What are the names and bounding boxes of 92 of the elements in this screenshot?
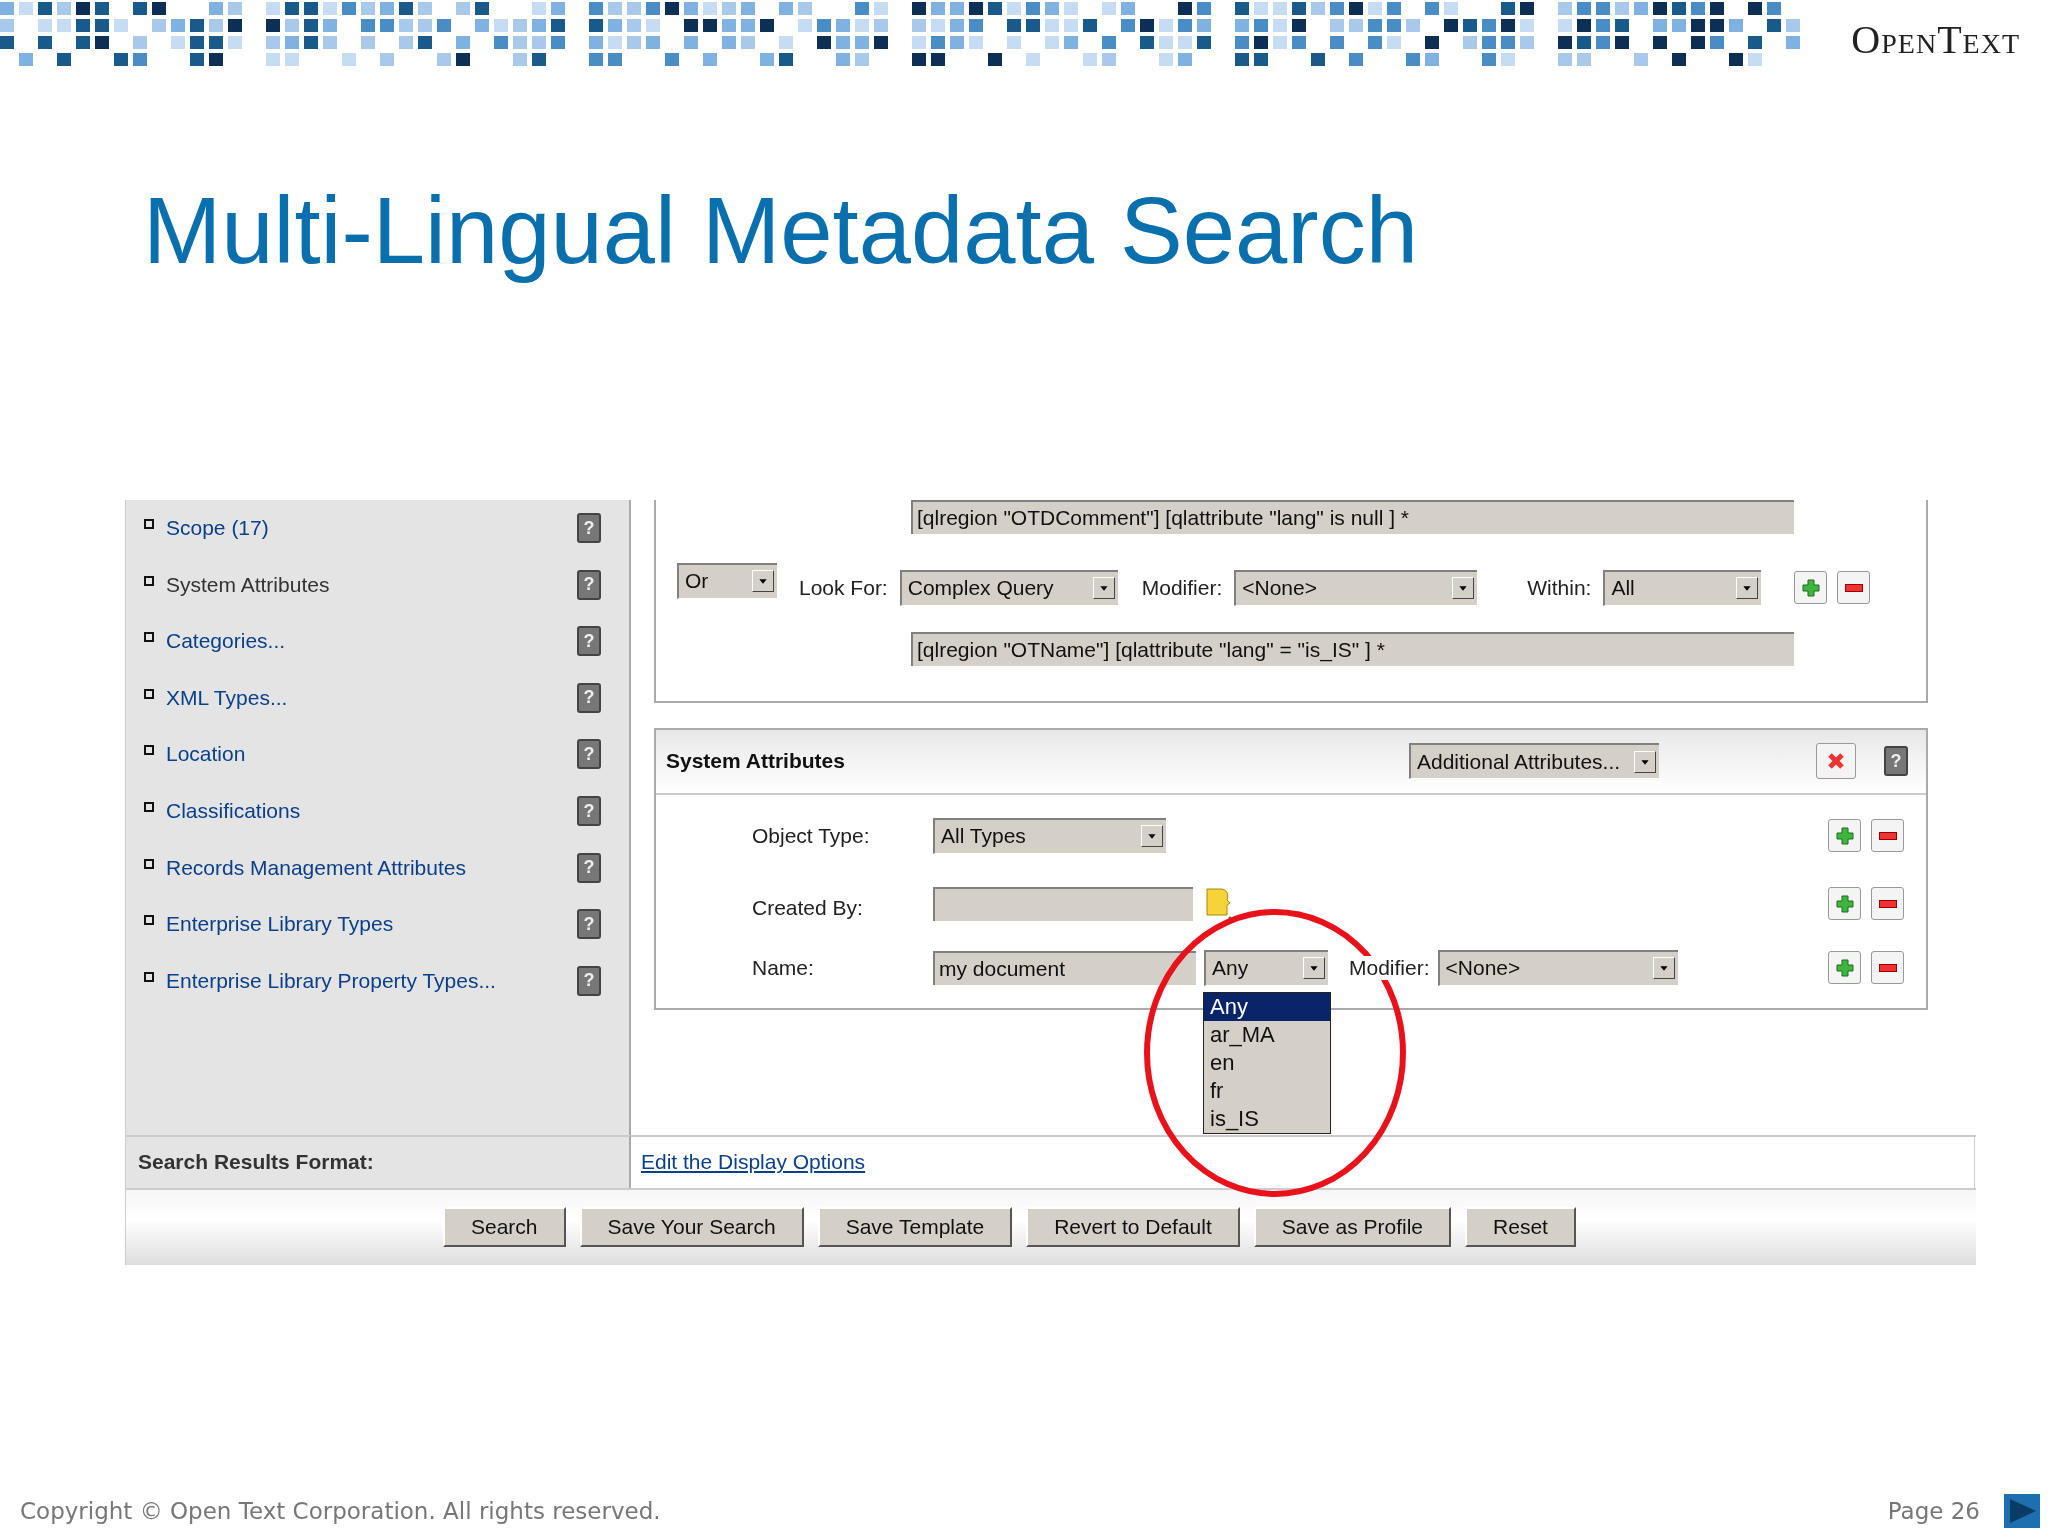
caret-icon	[1634, 750, 1656, 773]
add-button[interactable]	[1828, 951, 1861, 985]
help-icon[interactable]: ?	[577, 965, 601, 996]
field-label: Object Type:	[751, 823, 871, 848]
bullet-icon	[144, 632, 154, 643]
sidebar-link[interactable]: Records Management Attributes	[166, 855, 565, 880]
add-button[interactable]	[1828, 819, 1861, 853]
bullet-icon	[144, 858, 154, 869]
page-number: Page 26	[1887, 1498, 1980, 1524]
caret-icon	[1303, 957, 1325, 980]
dropdown[interactable]: <None>	[1437, 949, 1678, 986]
help-icon[interactable]: ?	[577, 796, 601, 827]
remove-button[interactable]	[1837, 571, 1871, 605]
field-label: Created By:	[751, 895, 864, 920]
close-icon	[1827, 752, 1845, 771]
plus-icon	[1835, 826, 1854, 845]
logo: OpenText	[1851, 16, 2020, 63]
dropdown[interactable]: All	[1603, 569, 1762, 606]
field-label: Look For:	[799, 575, 888, 600]
minus-icon	[1878, 963, 1897, 972]
sidebar-link[interactable]: Enterprise Library Types	[166, 912, 565, 937]
minus-icon	[1844, 583, 1863, 592]
plus-icon	[1835, 958, 1854, 977]
sidebar-link[interactable]: Categories...	[166, 629, 565, 654]
sidebar-link[interactable]: Classifications	[166, 799, 565, 824]
minus-icon	[1878, 899, 1897, 908]
help-icon[interactable]: ?	[577, 682, 601, 713]
add-button[interactable]	[1794, 571, 1828, 605]
dropdown-option[interactable]: en	[1204, 1049, 1330, 1077]
help-icon[interactable]: ?	[577, 513, 601, 544]
dropdown-option[interactable]: ar_MA	[1204, 1021, 1330, 1049]
field-label: Modifier:	[1349, 955, 1430, 980]
remove-button[interactable]	[1871, 887, 1904, 921]
caret-icon	[1092, 577, 1115, 600]
dropdown[interactable]: Additional Attributes...	[1409, 743, 1659, 780]
field-label: Modifier:	[1141, 575, 1223, 600]
caret-icon	[752, 570, 774, 593]
help-icon[interactable]: ?	[577, 626, 601, 657]
next-icon[interactable]	[2004, 1494, 2040, 1528]
help-icon[interactable]: ?	[577, 909, 601, 940]
dropdown-option[interactable]: fr	[1204, 1077, 1330, 1105]
query-field[interactable]: [qlregion "OTDComment"] [qlattribute "lang" is null ] *	[911, 499, 1794, 534]
field-label: Name:	[751, 955, 815, 980]
bullet-icon	[144, 745, 154, 756]
remove-button[interactable]	[1871, 819, 1904, 853]
dropdown[interactable]: Or	[677, 562, 777, 599]
caret-icon	[1452, 577, 1475, 600]
add-button[interactable]	[1828, 887, 1861, 921]
help-icon[interactable]: ?	[1884, 746, 1908, 777]
slide-title: Multi-Lingual Metadata Search	[143, 177, 1419, 285]
field-label: Within:	[1527, 575, 1592, 600]
bullet-icon	[144, 688, 154, 699]
bullet-icon	[144, 971, 154, 982]
bullet-icon	[144, 519, 154, 530]
input-field[interactable]	[933, 886, 1193, 921]
plus-icon	[1801, 578, 1820, 597]
sidebar-link[interactable]: Scope (17)	[166, 516, 565, 541]
help-icon[interactable]: ?	[577, 739, 601, 770]
bullet-icon	[144, 802, 154, 813]
close-button[interactable]	[1816, 743, 1856, 780]
dropdown[interactable]: <None>	[1234, 569, 1478, 606]
caret-icon	[1652, 957, 1675, 980]
bullet-icon	[144, 575, 154, 586]
action-button[interactable]: Save as Profile	[1253, 1207, 1452, 1248]
section-title: System Attributes	[666, 749, 846, 774]
action-button[interactable]: Search	[443, 1207, 566, 1248]
action-button[interactable]: Reset	[1465, 1207, 1576, 1248]
minus-icon	[1878, 831, 1897, 840]
dropdown-option[interactable]: is_IS	[1204, 1105, 1330, 1133]
input-field[interactable]: my document	[933, 950, 1196, 985]
help-icon[interactable]: ?	[577, 569, 601, 600]
sidebar-link[interactable]: XML Types...	[166, 685, 565, 710]
plus-icon	[1835, 894, 1854, 913]
remove-button[interactable]	[1871, 951, 1904, 985]
copyright-text: Copyright © Open Text Corporation. All rights reserved.	[20, 1498, 662, 1524]
sidebar-link[interactable]: Enterprise Library Property Types...	[166, 968, 565, 993]
help-icon[interactable]: ?	[577, 852, 601, 883]
bullet-icon	[144, 915, 154, 926]
dropdown[interactable]: All Types	[933, 817, 1166, 854]
dropdown[interactable]: Any	[1204, 949, 1328, 986]
caret-icon	[1141, 825, 1163, 848]
action-button[interactable]: Revert to Default	[1026, 1207, 1240, 1248]
action-button[interactable]: Save Your Search	[579, 1207, 804, 1248]
dropdown-option[interactable]: Any	[1204, 993, 1330, 1021]
query-field[interactable]: [qlregion "OTName"] [qlattribute "lang" = "is_IS" ] *	[911, 631, 1794, 666]
action-button[interactable]: Save Template	[817, 1207, 1013, 1248]
sidebar-link[interactable]: Location	[166, 742, 565, 767]
sidebar-item: System Attributes	[166, 572, 331, 597]
caret-icon	[1736, 577, 1759, 600]
display-options-link[interactable]: Edit the Display Options	[641, 1150, 866, 1175]
field-label: Search Results Format:	[138, 1150, 374, 1175]
dropdown[interactable]: Complex Query	[899, 569, 1118, 606]
